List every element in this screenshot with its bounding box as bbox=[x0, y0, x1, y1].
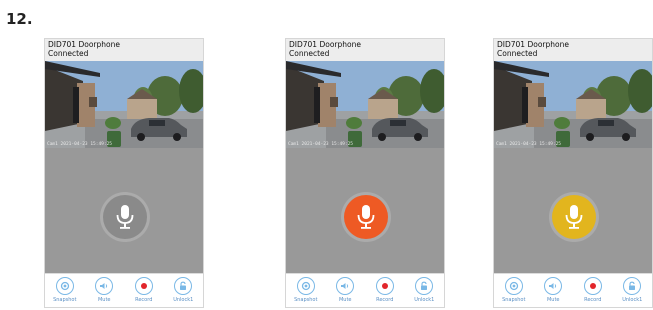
camera-timestamp: Cam1 2021-04-23 15:49:25 bbox=[496, 142, 562, 147]
talk-button[interactable] bbox=[344, 195, 388, 239]
unlock-label: Unlock1 bbox=[622, 297, 643, 303]
unlock-button[interactable]: Unlock1 bbox=[165, 277, 201, 303]
mute-button[interactable]: Mute bbox=[86, 277, 122, 303]
record-button[interactable]: Record bbox=[575, 277, 611, 303]
connection-status: Connected bbox=[48, 49, 89, 58]
record-label: Record bbox=[135, 297, 153, 303]
connection-status: Connected bbox=[497, 49, 538, 58]
talk-area bbox=[286, 148, 444, 275]
record-icon bbox=[134, 277, 153, 295]
microphone-icon bbox=[116, 205, 134, 229]
speaker-icon bbox=[95, 277, 114, 295]
device-name: DID701 Doorphone bbox=[289, 40, 361, 49]
device-name: DID701 Doorphone bbox=[48, 40, 120, 49]
camera-image bbox=[45, 61, 203, 148]
record-button[interactable]: Record bbox=[126, 277, 162, 303]
speaker-icon bbox=[544, 277, 563, 295]
mute-label: Mute bbox=[546, 297, 560, 303]
snapshot-button[interactable]: Snapshot bbox=[496, 277, 532, 303]
mute-label: Mute bbox=[338, 297, 352, 303]
toolbar: Snapshot Mute Record Unlock1 bbox=[494, 273, 652, 307]
status-bar: DID701 Doorphone Connected bbox=[286, 39, 444, 61]
snapshot-label: Snapshot bbox=[502, 297, 526, 303]
camera-timestamp: Cam1 2021-04-23 15:49:25 bbox=[288, 142, 354, 147]
snapshot-icon bbox=[504, 277, 523, 295]
talk-button[interactable] bbox=[552, 195, 596, 239]
step-number: 12. bbox=[6, 10, 33, 28]
snapshot-label: Snapshot bbox=[53, 297, 77, 303]
unlock-button[interactable]: Unlock1 bbox=[406, 277, 442, 303]
toolbar: Snapshot Mute Record Unlock1 bbox=[45, 273, 203, 307]
record-icon bbox=[375, 277, 394, 295]
device-name: DID701 Doorphone bbox=[497, 40, 569, 49]
snapshot-label: Snapshot bbox=[294, 297, 318, 303]
camera-image bbox=[494, 61, 652, 148]
camera-feed: Cam1 2021-04-23 15:49:25 bbox=[494, 61, 652, 148]
talk-button[interactable] bbox=[103, 195, 147, 239]
snapshot-button[interactable]: Snapshot bbox=[288, 277, 324, 303]
status-bar: DID701 Doorphone Connected bbox=[494, 39, 652, 61]
snapshot-icon bbox=[55, 277, 74, 295]
record-button[interactable]: Record bbox=[367, 277, 403, 303]
mute-button[interactable]: Mute bbox=[327, 277, 363, 303]
camera-feed: Cam1 2021-04-23 15:49:25 bbox=[45, 61, 203, 148]
snapshot-icon bbox=[296, 277, 315, 295]
record-label: Record bbox=[584, 297, 602, 303]
phone-screen-idle: DID701 Doorphone Connected Cam1 2021-04-… bbox=[44, 38, 204, 308]
snapshot-button[interactable]: Snapshot bbox=[47, 277, 83, 303]
mute-label: Mute bbox=[97, 297, 111, 303]
record-icon bbox=[583, 277, 602, 295]
status-bar: DID701 Doorphone Connected bbox=[45, 39, 203, 61]
speaker-icon bbox=[336, 277, 355, 295]
phone-screen-talking: DID701 Doorphone Connected Cam1 2021-04-… bbox=[285, 38, 445, 308]
mute-button[interactable]: Mute bbox=[535, 277, 571, 303]
connection-status: Connected bbox=[289, 49, 330, 58]
unlock-icon bbox=[623, 277, 642, 295]
unlock-label: Unlock1 bbox=[414, 297, 435, 303]
unlock-icon bbox=[174, 277, 193, 295]
camera-image bbox=[286, 61, 444, 148]
unlock-label: Unlock1 bbox=[173, 297, 194, 303]
record-label: Record bbox=[376, 297, 394, 303]
phone-screen-listening: DID701 Doorphone Connected Cam1 2021-04-… bbox=[493, 38, 653, 308]
microphone-icon bbox=[357, 205, 375, 229]
unlock-button[interactable]: Unlock1 bbox=[614, 277, 650, 303]
microphone-icon bbox=[565, 205, 583, 229]
talk-area bbox=[494, 148, 652, 275]
unlock-icon bbox=[415, 277, 434, 295]
camera-timestamp: Cam1 2021-04-23 15:49:25 bbox=[47, 142, 113, 147]
camera-feed: Cam1 2021-04-23 15:49:25 bbox=[286, 61, 444, 148]
talk-area bbox=[45, 148, 203, 275]
toolbar: Snapshot Mute Record Unlock1 bbox=[286, 273, 444, 307]
